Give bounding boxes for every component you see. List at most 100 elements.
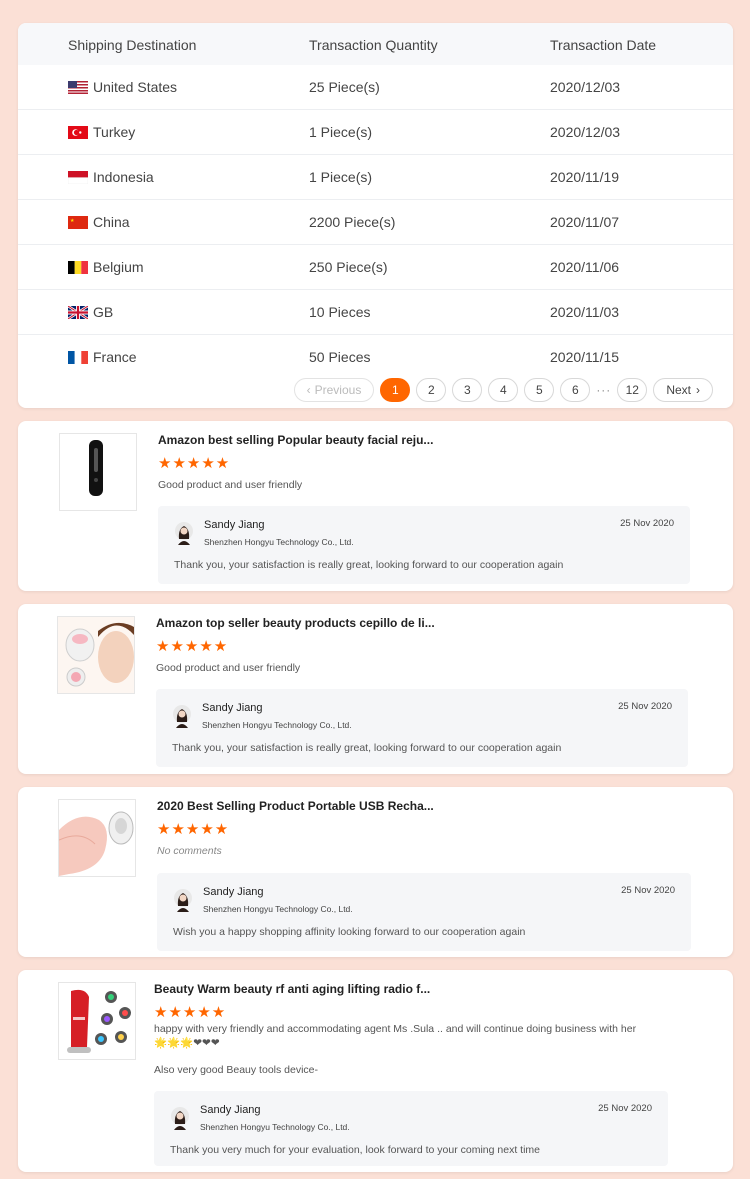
indonesia-flag-icon: [68, 171, 88, 184]
product-title[interactable]: Amazon top seller beauty products cepill…: [156, 616, 435, 630]
france-flag-icon: [68, 351, 88, 364]
country-name: Belgium: [93, 259, 144, 275]
reply-text: Thank you, your satisfaction is really g…: [172, 742, 562, 754]
product-thumbnail[interactable]: [59, 433, 137, 511]
date-cell: 2020/11/15: [550, 349, 620, 365]
reply-text: Wish you a happy shopping affinity looki…: [173, 926, 526, 938]
buyer-comment: Good product and user friendly: [158, 479, 303, 491]
country-name: United States: [93, 79, 178, 95]
quantity-cell: 25 Piece(s): [309, 79, 380, 95]
country-name: Turkey: [93, 124, 136, 140]
date-cell: 2020/11/07: [550, 214, 620, 230]
review-card: 2020 Best Selling Product Portable USB R…: [18, 787, 733, 957]
page-button-1[interactable]: 1: [380, 378, 411, 402]
review-card: Amazon best selling Popular beauty facia…: [18, 421, 733, 591]
reply-company: Shenzhen Hongyu Technology Co., Ltd.: [202, 720, 352, 730]
facial-device-image: [89, 440, 103, 496]
pagination-ellipsis: ···: [596, 383, 612, 397]
reply-date: 25 Nov 2020: [618, 701, 672, 712]
foot-grinder-image: [59, 800, 135, 876]
product-title[interactable]: 2020 Best Selling Product Portable USB R…: [157, 799, 434, 813]
page-button-3[interactable]: 3: [452, 378, 483, 402]
next-page-button[interactable]: Next ›: [653, 378, 713, 402]
page-button-5[interactable]: 5: [524, 378, 555, 402]
date-cell: 2020/11/03: [550, 304, 620, 320]
date-cell: 2020/12/03: [550, 124, 621, 140]
table-row: ★ China 2200 Piece(s) 2020/11/07: [18, 200, 733, 245]
reply-text: Thank you very much for your evaluation,…: [170, 1144, 541, 1156]
avatar: [174, 889, 192, 912]
rating-stars: ★★★★★: [158, 455, 231, 472]
product-thumbnail[interactable]: [58, 799, 136, 877]
chevron-left-icon: ‹: [306, 383, 311, 397]
facial-brush-image: [58, 617, 134, 693]
quantity-cell: 50 Pieces: [309, 349, 371, 365]
reply-company: Shenzhen Hongyu Technology Co., Ltd.: [200, 1122, 350, 1132]
seller-reply: Sandy Jiang Shenzhen Hongyu Technology C…: [158, 506, 690, 584]
review-card: Amazon top seller beauty products cepill…: [18, 604, 733, 774]
seller-reply: Sandy Jiang Shenzhen Hongyu Technology C…: [154, 1091, 668, 1166]
table-row: France 50 Pieces 2020/11/15: [18, 335, 733, 379]
quantity-cell: 2200 Piece(s): [309, 214, 396, 230]
product-thumbnail[interactable]: [57, 616, 135, 694]
table-header: Shipping Destination Transaction Quantit…: [18, 23, 733, 65]
reply-company: Shenzhen Hongyu Technology Co., Ltd.: [204, 537, 354, 547]
header-shipping-destination: Shipping Destination: [68, 37, 197, 53]
country-name: GB: [93, 304, 114, 320]
page-button-2[interactable]: 2: [416, 378, 447, 402]
quantity-cell: 10 Pieces: [309, 304, 371, 320]
country-name: Indonesia: [93, 169, 154, 185]
pagination: ‹ Previous 1 2 3 4 5 6 ··· 12 Next ›: [293, 377, 713, 403]
product-thumbnail[interactable]: [58, 982, 136, 1060]
us-flag-icon: [68, 81, 88, 94]
header-transaction-date: Transaction Date: [550, 37, 657, 53]
buyer-comment: happy with very friendly and accommodati…: [154, 1023, 637, 1049]
buyer-comment: Good product and user friendly: [156, 662, 301, 674]
reply-author-name: Sandy Jiang: [203, 886, 264, 898]
belgium-flag-icon: [68, 261, 88, 274]
reply-company: Shenzhen Hongyu Technology Co., Ltd.: [203, 904, 353, 914]
previous-page-button[interactable]: ‹ Previous: [293, 378, 375, 402]
product-title[interactable]: Beauty Warm beauty rf anti aging lifting…: [154, 982, 430, 996]
rf-device-image: [59, 983, 135, 1059]
reply-date: 25 Nov 2020: [621, 885, 675, 896]
buyer-comment: No comments: [157, 845, 222, 857]
date-cell: 2020/11/19: [550, 169, 620, 185]
table-row: Turkey 1 Piece(s) 2020/12/03: [18, 110, 733, 155]
country-name: France: [93, 349, 137, 365]
svg-text:★: ★: [70, 218, 75, 224]
rating-stars: ★★★★★: [154, 1004, 227, 1021]
avatar: [173, 705, 191, 728]
gb-flag-icon: [68, 306, 88, 319]
quantity-cell: 1 Piece(s): [309, 169, 373, 185]
rating-stars: ★★★★★: [157, 821, 230, 838]
rating-stars: ★★★★★: [156, 638, 229, 655]
reply-text: Thank you, your satisfaction is really g…: [174, 559, 564, 571]
avatar: [171, 1107, 189, 1130]
page-button-4[interactable]: 4: [488, 378, 519, 402]
reply-date: 25 Nov 2020: [620, 518, 674, 529]
seller-reply: Sandy Jiang Shenzhen Hongyu Technology C…: [156, 689, 688, 767]
page-button-12[interactable]: 12: [617, 378, 648, 402]
reply-author-name: Sandy Jiang: [200, 1104, 261, 1116]
quantity-cell: 250 Piece(s): [309, 259, 388, 275]
avatar: [175, 522, 193, 545]
reply-author-name: Sandy Jiang: [204, 519, 265, 531]
header-transaction-quantity: Transaction Quantity: [309, 37, 438, 53]
seller-reply: Sandy Jiang Shenzhen Hongyu Technology C…: [157, 873, 691, 951]
review-card: Beauty Warm beauty rf anti aging lifting…: [18, 970, 733, 1172]
date-cell: 2020/12/03: [550, 79, 621, 95]
date-cell: 2020/11/06: [550, 259, 620, 275]
transaction-history-card: Shipping Destination Transaction Quantit…: [18, 23, 733, 408]
quantity-cell: 1 Piece(s): [309, 124, 373, 140]
chevron-right-icon: ›: [696, 383, 700, 397]
table-row: Belgium 250 Piece(s) 2020/11/06: [18, 245, 733, 290]
turkey-flag-icon: [68, 126, 88, 139]
buyer-comment-extra: Also very good Beauy tools device-: [154, 1064, 319, 1076]
china-flag-icon: ★: [68, 216, 88, 229]
reply-date: 25 Nov 2020: [598, 1103, 652, 1114]
table-row: GB 10 Pieces 2020/11/03: [18, 290, 733, 335]
page-button-6[interactable]: 6: [560, 378, 591, 402]
table-row: United States 25 Piece(s) 2020/12/03: [18, 65, 733, 110]
product-title[interactable]: Amazon best selling Popular beauty facia…: [158, 433, 433, 447]
